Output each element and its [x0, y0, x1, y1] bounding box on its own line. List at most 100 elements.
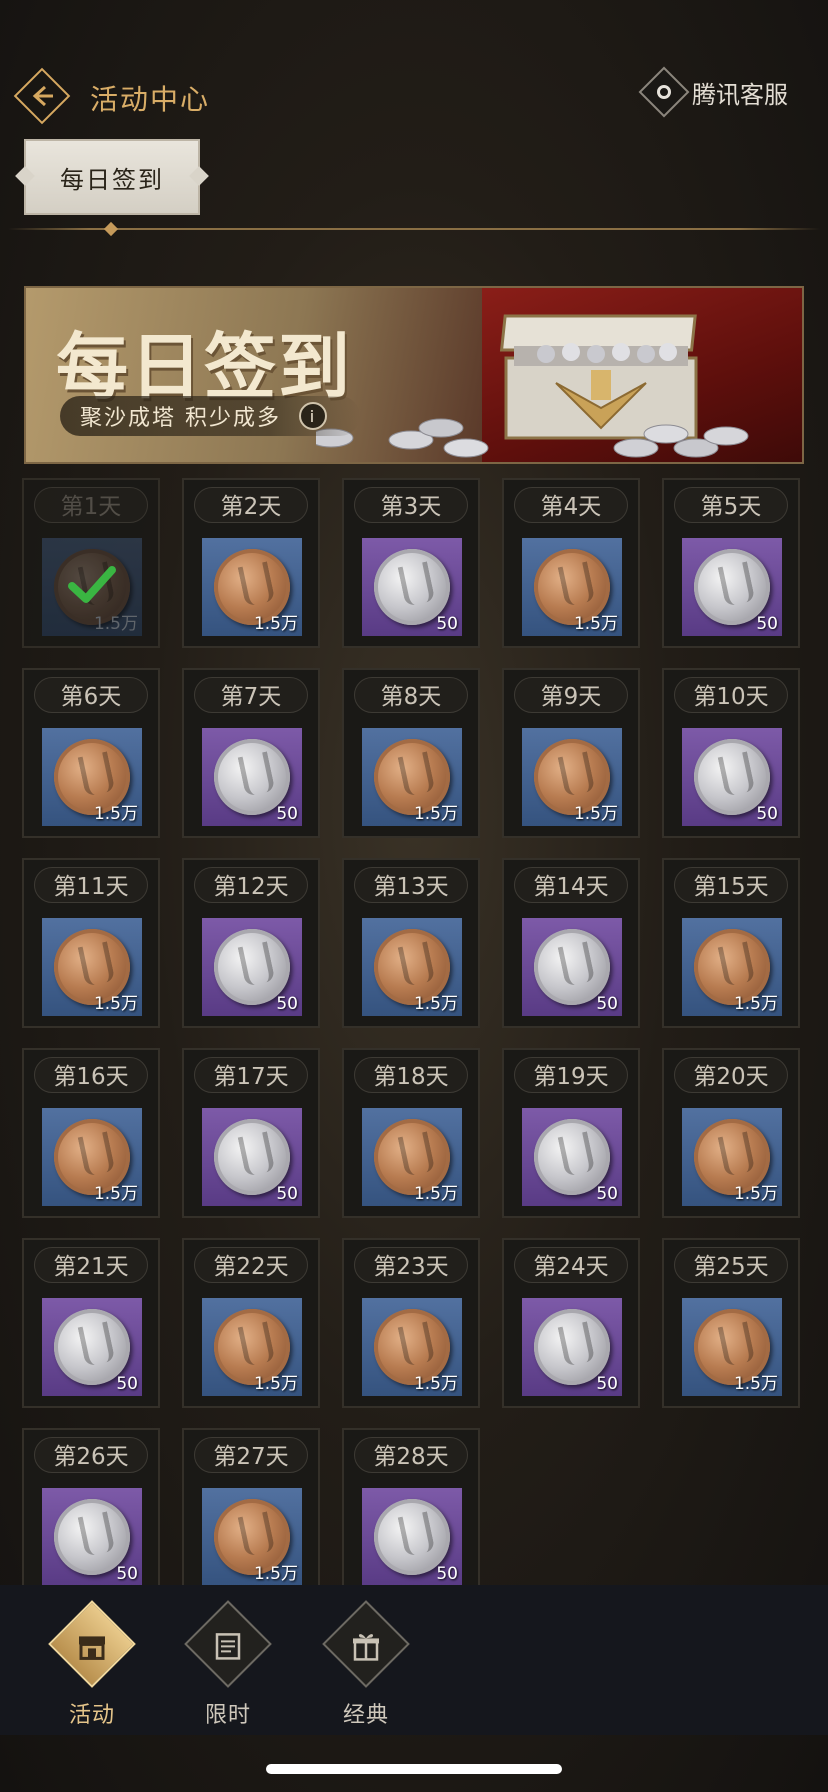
- reward-tile: 1.5万: [682, 1108, 782, 1206]
- day-label: 第28天: [344, 1430, 478, 1478]
- day-cell[interactable]: 第12天 50: [182, 858, 320, 1028]
- day-cell[interactable]: 第16天 1.5万: [22, 1048, 160, 1218]
- day-label-text: 第26天: [53, 1444, 129, 1470]
- reward-amount: 1.5万: [733, 1374, 778, 1394]
- day-label: 第17天: [184, 1050, 318, 1098]
- day-label-text: 第22天: [213, 1254, 289, 1280]
- reward-tile: 1.5万: [42, 538, 142, 636]
- day-label-text: 第16天: [53, 1064, 129, 1090]
- day-label-text: 第18天: [373, 1064, 449, 1090]
- shop-icon: [48, 1600, 136, 1688]
- reward-amount: 1.5万: [733, 994, 778, 1014]
- day-cell[interactable]: 第21天 50: [22, 1238, 160, 1408]
- info-icon[interactable]: i: [299, 402, 327, 430]
- nav-item-limited[interactable]: 限时: [178, 1600, 278, 1729]
- reward-tile: 1.5万: [202, 1488, 302, 1586]
- day-cell[interactable]: 第11天 1.5万: [22, 858, 160, 1028]
- day-cell[interactable]: 第6天 1.5万: [22, 668, 160, 838]
- day-cell[interactable]: 第8天 1.5万: [342, 668, 480, 838]
- nav-item-activity[interactable]: 活动: [42, 1600, 142, 1729]
- day-label-text: 第21天: [53, 1254, 129, 1280]
- day-cell[interactable]: 第25天 1.5万: [662, 1238, 800, 1408]
- day-cell[interactable]: 第17天 50: [182, 1048, 320, 1218]
- reward-tile: 50: [522, 918, 622, 1016]
- day-cell[interactable]: 第14天 50: [502, 858, 640, 1028]
- day-label-text: 第14天: [533, 874, 609, 900]
- home-indicator[interactable]: [266, 1764, 562, 1774]
- divider: [8, 228, 820, 230]
- reward-tile: 1.5万: [202, 538, 302, 636]
- day-cell[interactable]: 第26天 50: [22, 1428, 160, 1598]
- reward-tile: 50: [42, 1488, 142, 1586]
- day-cell[interactable]: 第15天 1.5万: [662, 858, 800, 1028]
- reward-amount: 1.5万: [573, 614, 618, 634]
- day-cell[interactable]: 第3天 50: [342, 478, 480, 648]
- day-cell[interactable]: 第22天 1.5万: [182, 1238, 320, 1408]
- day-label-text: 第3天: [380, 494, 442, 520]
- day-cell[interactable]: 第10天 50: [662, 668, 800, 838]
- day-label: 第19天: [504, 1050, 638, 1098]
- reward-amount: 50: [116, 1374, 138, 1394]
- day-label-text: 第10天: [693, 684, 769, 710]
- back-button[interactable]: [13, 67, 71, 125]
- reward-amount: 1.5万: [413, 1374, 458, 1394]
- reward-tile: 1.5万: [362, 1108, 462, 1206]
- day-cell[interactable]: 第20天 1.5万: [662, 1048, 800, 1218]
- tab-daily-checkin[interactable]: 每日签到: [24, 139, 200, 215]
- header: 活动中心 腾讯客服: [0, 0, 828, 140]
- reward-tile: 50: [202, 918, 302, 1016]
- day-label: 第20天: [664, 1050, 798, 1098]
- reward-tile: 1.5万: [362, 918, 462, 1016]
- headset-icon: [638, 66, 690, 118]
- reward-tile: 50: [682, 728, 782, 826]
- checkin-banner: 每日签到 聚沙成塔 积少成多 i: [24, 286, 804, 464]
- day-cell[interactable]: 第2天 1.5万: [182, 478, 320, 648]
- nav-item-classic[interactable]: 经典: [316, 1600, 416, 1729]
- day-label-text: 第11天: [53, 874, 129, 900]
- reward-amount: 50: [596, 1374, 618, 1394]
- coin-pile-decoration: [316, 418, 749, 458]
- day-label-text: 第20天: [693, 1064, 769, 1090]
- reward-amount: 1.5万: [733, 1184, 778, 1204]
- reward-amount: 1.5万: [93, 1184, 138, 1204]
- reward-amount: 50: [756, 614, 778, 634]
- day-label-text: 第17天: [213, 1064, 289, 1090]
- reward-tile: 50: [682, 538, 782, 636]
- day-cell[interactable]: 第9天 1.5万: [502, 668, 640, 838]
- day-cell[interactable]: 第27天 1.5万: [182, 1428, 320, 1598]
- day-label: 第27天: [184, 1430, 318, 1478]
- day-cell[interactable]: 第24天 50: [502, 1238, 640, 1408]
- checkin-grid: 第1天 1.5万 第2天 1.5万 第3天 50 第4天 1.5万 第5天 50 第6天 1.5万 第7…: [22, 478, 808, 1598]
- reward-tile: 50: [362, 538, 462, 636]
- day-label: 第6天: [24, 670, 158, 718]
- day-cell[interactable]: 第23天 1.5万: [342, 1238, 480, 1408]
- day-cell[interactable]: 第5天 50: [662, 478, 800, 648]
- reward-amount: 1.5万: [573, 804, 618, 824]
- day-label-text: 第13天: [373, 874, 449, 900]
- reward-amount: 50: [436, 1564, 458, 1584]
- customer-service-button[interactable]: 腾讯客服: [638, 66, 788, 118]
- day-label: 第26天: [24, 1430, 158, 1478]
- day-label-text: 第6天: [60, 684, 122, 710]
- reward-amount: 50: [276, 1184, 298, 1204]
- day-label-text: 第12天: [213, 874, 289, 900]
- day-label-text: 第24天: [533, 1254, 609, 1280]
- day-cell[interactable]: 第13天 1.5万: [342, 858, 480, 1028]
- day-cell[interactable]: 第1天 1.5万: [22, 478, 160, 648]
- reward-tile: 50: [522, 1108, 622, 1206]
- day-cell[interactable]: 第4天 1.5万: [502, 478, 640, 648]
- day-label-text: 第15天: [693, 874, 769, 900]
- reward-amount: 50: [596, 1184, 618, 1204]
- day-label-text: 第4天: [540, 494, 602, 520]
- day-cell[interactable]: 第19天 50: [502, 1048, 640, 1218]
- reward-tile: 1.5万: [362, 728, 462, 826]
- day-label: 第16天: [24, 1050, 158, 1098]
- day-cell[interactable]: 第28天 50: [342, 1428, 480, 1598]
- tab-label: 每日签到: [60, 165, 164, 194]
- day-cell[interactable]: 第18天 1.5万: [342, 1048, 480, 1218]
- reward-tile: 1.5万: [682, 918, 782, 1016]
- reward-tile: 1.5万: [522, 538, 622, 636]
- reward-tile: 50: [202, 728, 302, 826]
- day-label-text: 第19天: [533, 1064, 609, 1090]
- day-cell[interactable]: 第7天 50: [182, 668, 320, 838]
